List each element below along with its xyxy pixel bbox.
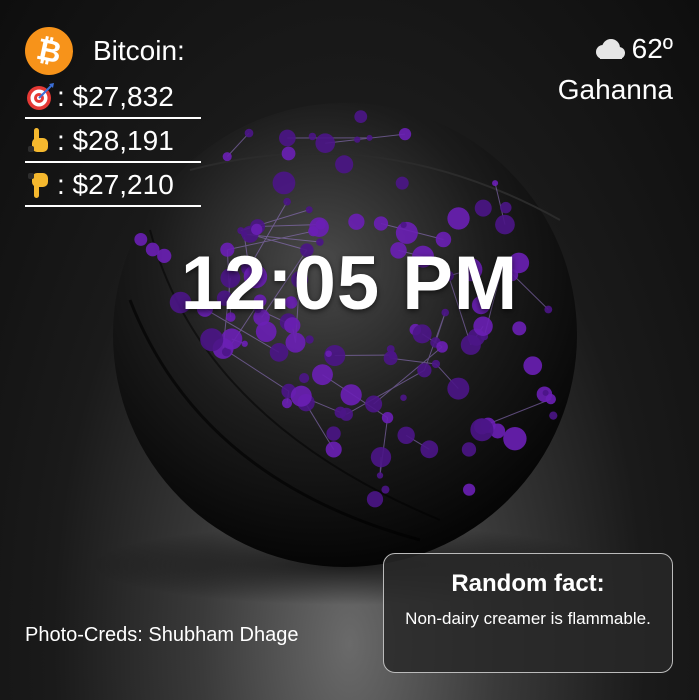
- weather-widget: 62º Gahanna: [558, 30, 673, 106]
- bitcoin-current-price: : $27,832: [25, 77, 201, 119]
- purple-orb: [436, 341, 448, 353]
- bitcoin-high-price: : $28,191: [25, 121, 201, 163]
- purple-orb: [237, 227, 245, 235]
- temperature: 62º: [631, 33, 673, 64]
- purple-orb: [447, 377, 470, 400]
- purple-orb: [495, 214, 515, 235]
- purple-orb: [420, 440, 439, 459]
- purple-orb: [549, 411, 558, 420]
- purple-orb: [400, 394, 407, 401]
- purple-orb: [305, 335, 314, 344]
- purple-orb: [312, 364, 333, 386]
- bitcoin-low-price: : $27,210: [25, 165, 201, 207]
- purple-orb: [523, 356, 543, 376]
- purple-orb: [335, 155, 354, 174]
- bitcoin-widget: ₿ Bitcoin: : $27,832 : $28,191: $27,210: [20, 22, 201, 207]
- purple-orb: [200, 328, 224, 352]
- purple-orb: [373, 216, 389, 231]
- purple-orb: [305, 206, 313, 214]
- purple-orb: [221, 328, 243, 350]
- random-fact-body: Non-dairy creamer is flammable.: [405, 609, 651, 628]
- clock-time: 12:05 PM: [180, 241, 519, 326]
- target-icon: [27, 83, 54, 110]
- cloud-icon: [595, 39, 625, 59]
- purple-orb: [308, 132, 317, 141]
- bitcoin-icon: ₿: [20, 22, 78, 80]
- purple-orb: [281, 146, 296, 161]
- purple-orb: [447, 207, 470, 230]
- purple-orb: [334, 406, 347, 419]
- purple-orb: [241, 340, 248, 347]
- purple-orb: [244, 128, 254, 138]
- bitcoin-current-price-value: : $27,832: [57, 81, 174, 112]
- random-fact-title: Random fact:: [451, 570, 605, 597]
- purple-orb: [354, 136, 361, 143]
- purple-orb: [417, 363, 432, 378]
- weather-city: Gahanna: [557, 74, 673, 105]
- purple-orb: [251, 223, 263, 236]
- purple-orb: [370, 446, 392, 468]
- purple-orb: [278, 129, 296, 147]
- purple-orb: [431, 359, 441, 369]
- random-fact-card: Random fact: Non-dairy creamer is flamma…: [383, 553, 673, 673]
- purple-orb: [283, 197, 291, 206]
- purple-orb: [269, 343, 289, 362]
- purple-orb: [366, 134, 373, 141]
- purple-orb: [340, 384, 362, 406]
- purple-orb: [412, 324, 432, 344]
- pointing-up-icon: [28, 128, 48, 152]
- purple-orb: [395, 176, 409, 190]
- purple-orb: [315, 219, 326, 230]
- purple-orb: [386, 345, 395, 354]
- purple-orb: [376, 472, 384, 479]
- purple-orb: [272, 171, 296, 195]
- bitcoin-header: ₿ Bitcoin:: [20, 22, 201, 80]
- purple-orb: [285, 332, 306, 353]
- purple-orb: [463, 483, 476, 496]
- bitcoin-low-price-value: : $27,210: [57, 169, 174, 200]
- purple-orb: [354, 110, 368, 124]
- purple-orb: [461, 442, 477, 457]
- purple-orb: [365, 395, 383, 413]
- bitcoin-high-price-value: : $28,191: [57, 125, 174, 156]
- purple-orb: [503, 426, 527, 451]
- purple-orb: [474, 199, 492, 217]
- purple-orb: [326, 426, 341, 441]
- weather-temperature-row: 62º: [558, 30, 673, 68]
- purple-orb: [315, 133, 336, 154]
- purple-orb: [545, 393, 556, 405]
- purple-orb: [222, 152, 232, 162]
- purple-orb: [290, 385, 312, 407]
- purple-orb: [500, 201, 512, 214]
- purple-orb: [397, 426, 415, 444]
- bitcoin-title: Bitcoin:: [93, 35, 185, 66]
- photo-credits: Photo-Creds: Shubham Dhage: [25, 624, 299, 646]
- purple-orb: [381, 485, 390, 494]
- purple-orb: [299, 373, 310, 384]
- dashboard: ₿ Bitcoin: : $27,832 : $28,191: $27,210…: [0, 0, 699, 700]
- purple-orb: [398, 128, 412, 141]
- pointing-down-icon: [28, 173, 48, 198]
- purple-orb: [348, 213, 365, 230]
- purple-orb: [325, 350, 332, 357]
- purple-orb: [542, 389, 549, 396]
- purple-orb: [473, 418, 491, 435]
- purple-orb: [281, 398, 293, 409]
- purple-orb: [400, 221, 407, 228]
- purple-orb: [325, 441, 342, 458]
- purple-orb: [366, 491, 384, 508]
- purple-orb: [381, 411, 394, 424]
- purple-orb: [492, 180, 499, 187]
